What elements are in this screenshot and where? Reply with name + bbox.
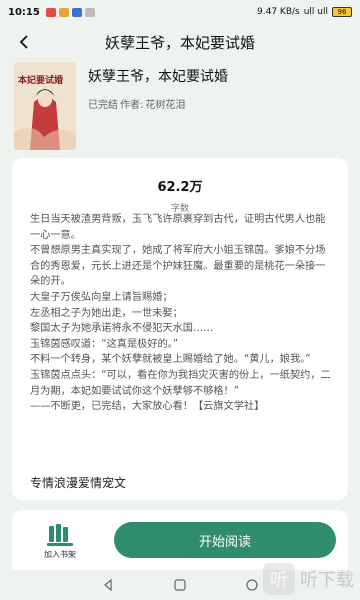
book-intro: 生日当天被渣男背叛，玉飞飞许原裹穿到古代，证明古代男人也能一心一意。 不曾想原男… xyxy=(30,214,331,413)
book-title: 妖孽王爷，本妃要试婚 xyxy=(88,69,228,85)
page-title: 妖孽王爷，本妃要试婚 xyxy=(104,33,255,52)
word-count-value: 62.2万 xyxy=(157,180,203,195)
status-right: 9.47 KB/s ull ull 96 xyxy=(257,7,352,17)
watermark-logo: 听 xyxy=(263,563,295,595)
status-time: 10:15 xyxy=(8,6,40,18)
book-info: 本妃要试婚 妖孽王爷，本妃要试婚 已完结 作者: 花树花泪 xyxy=(14,62,346,154)
author-prefix: 作者: xyxy=(120,100,144,111)
book-meta: 妖孽王爷，本妃要试婚 已完结 作者: 花树花泪 xyxy=(88,62,228,154)
bookshelf-icon xyxy=(47,524,73,546)
svg-text:听: 听 xyxy=(270,570,288,591)
notification-icon xyxy=(84,7,95,17)
header: 妖孽王爷，本妃要试婚 xyxy=(0,26,360,58)
nav-home-icon[interactable] xyxy=(174,579,186,591)
back-arrow-icon xyxy=(19,35,28,49)
book-detail-card: 62.2万 字数 生日当天被渣男背叛，玉飞飞许原裹穿到古代，证明古代男人也能一心… xyxy=(12,158,348,500)
action-bar: 加入书架 开始阅读 xyxy=(12,510,348,570)
notification-icon xyxy=(71,7,82,17)
notification-icon xyxy=(45,7,56,17)
notification-icon xyxy=(58,7,69,17)
status-bar: 10:15 9.47 KB/s ull ull 96 xyxy=(0,0,360,24)
watermark: 听 听下载 xyxy=(262,562,354,596)
network-speed: 9.47 KB/s xyxy=(257,7,300,17)
book-cover[interactable]: 本妃要试婚 xyxy=(14,62,76,150)
nav-recents-icon[interactable] xyxy=(246,579,258,591)
start-reading-button[interactable]: 开始阅读 xyxy=(114,522,336,558)
word-count-block: 62.2万 字数 xyxy=(12,176,348,214)
back-button[interactable] xyxy=(10,28,38,56)
battery-icon: 96 xyxy=(332,7,352,17)
add-to-shelf-button[interactable]: 加入书架 xyxy=(38,524,82,564)
book-author[interactable]: 花树花泪 xyxy=(145,96,185,111)
watermark-text: 听下载 xyxy=(300,570,354,591)
add-to-shelf-label: 加入书架 xyxy=(44,550,76,559)
book-tagline: 专情浪漫爱情宠文 xyxy=(30,476,127,490)
notification-icons xyxy=(45,7,95,17)
word-count: 62.2万 xyxy=(12,176,348,195)
book-subinfo: 已完结 作者: 花树花泪 xyxy=(88,96,228,111)
signal-icon: ull ull xyxy=(303,7,328,17)
book-status: 已完结 xyxy=(88,100,118,111)
nav-back-icon[interactable] xyxy=(102,579,114,591)
cover-title: 本妃要试婚 xyxy=(18,76,64,86)
